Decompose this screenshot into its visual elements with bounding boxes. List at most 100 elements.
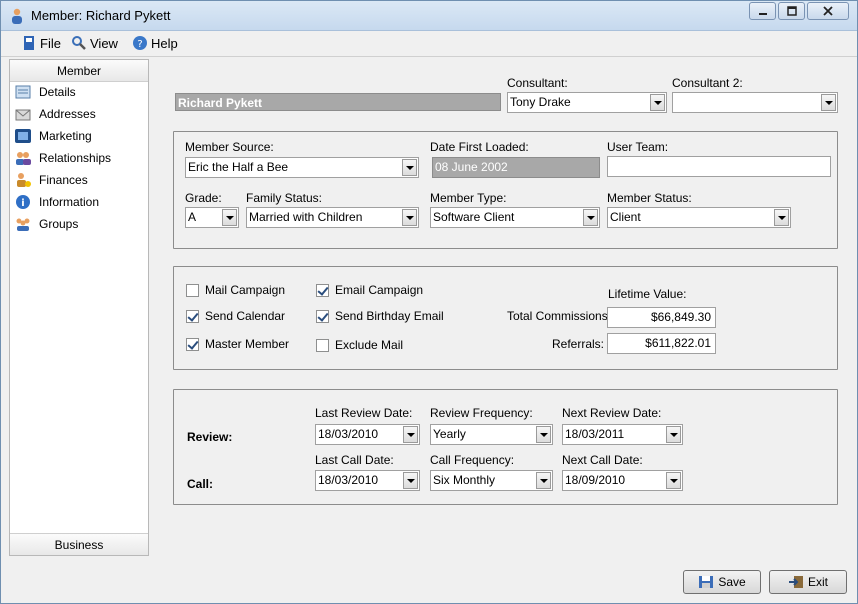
- menu-file[interactable]: File: [21, 35, 61, 51]
- call-frequency-value: Six Monthly: [433, 473, 496, 487]
- master-member-checkbox[interactable]: Master Member: [186, 337, 289, 351]
- svg-text:?: ?: [137, 39, 142, 50]
- exit-button[interactable]: Exit: [769, 570, 847, 594]
- master-member-label: Master Member: [205, 337, 290, 351]
- chevron-down-icon: [536, 426, 551, 443]
- sidebar-item-label: Details: [39, 85, 76, 99]
- member-status-value: Client: [610, 210, 641, 224]
- member-type-value: Software Client: [433, 210, 515, 224]
- send-birthday-email-checkbox-box: [316, 309, 329, 323]
- call-frequency-dropdown[interactable]: Six Monthly: [430, 470, 553, 491]
- member-source-value: Eric the Half a Bee: [188, 160, 289, 174]
- chevron-down-icon: [403, 472, 418, 489]
- family-status-dropdown[interactable]: Married with Children: [246, 207, 419, 228]
- sidebar-item-marketing[interactable]: Marketing: [14, 126, 92, 146]
- member-window: Member: Richard Pykett File View ? Help …: [0, 0, 858, 604]
- menu-file-label: File: [40, 35, 61, 51]
- consultant-dropdown[interactable]: Tony Drake: [507, 92, 667, 113]
- member-app-icon: [12, 8, 22, 24]
- menu-bar: File View ? Help: [1, 31, 857, 57]
- next-call-date-picker[interactable]: 18/09/2010: [562, 470, 683, 491]
- save-button-label: Save: [718, 575, 746, 589]
- send-birthday-email-label: Send Birthday Email: [335, 309, 444, 323]
- member-name-field: Richard Pykett: [175, 93, 501, 111]
- sidebar-item-relationships[interactable]: Relationships: [14, 148, 111, 168]
- chevron-down-icon: [583, 209, 598, 226]
- member-type-dropdown[interactable]: Software Client: [430, 207, 600, 228]
- addresses-icon: [15, 109, 31, 121]
- consultant2-dropdown[interactable]: [672, 92, 838, 113]
- master-member-checkbox-box: [186, 337, 199, 351]
- marketing-icon: [15, 129, 31, 143]
- exclude-mail-label: Exclude Mail: [335, 338, 404, 352]
- next-call-date-value: 18/09/2010: [565, 473, 626, 487]
- grade-dropdown[interactable]: A: [185, 207, 239, 228]
- details-group: Member Source: Eric the Half a Bee Date …: [173, 131, 838, 249]
- review-frequency-dropdown[interactable]: Yearly: [430, 424, 553, 445]
- user-team-label: User Team:: [607, 140, 669, 154]
- sidebar-item-label: Finances: [39, 173, 88, 187]
- minimize-icon: [758, 13, 767, 15]
- sidebar-item-information[interactable]: i Information: [14, 192, 99, 212]
- chevron-down-icon: [402, 209, 417, 226]
- exclude-mail-checkbox-box: [316, 338, 329, 352]
- sidebar-item-groups[interactable]: Groups: [14, 214, 78, 234]
- consultant-value: Tony Drake: [510, 95, 571, 109]
- member-type-label: Member Type:: [430, 191, 507, 205]
- minimize-button[interactable]: [749, 2, 776, 20]
- marketing-group: Mail Campaign Send Calendar Master Membe…: [173, 266, 838, 370]
- last-call-date-picker[interactable]: 18/03/2010: [315, 470, 420, 491]
- send-calendar-checkbox[interactable]: Send Calendar: [186, 309, 285, 323]
- next-review-date-picker[interactable]: 18/03/2011: [562, 424, 683, 445]
- menu-help[interactable]: ? Help: [132, 35, 178, 51]
- family-status-label: Family Status:: [246, 191, 323, 205]
- details-icon: [15, 85, 31, 99]
- date-first-loaded-field: 08 June 2002: [432, 157, 600, 178]
- sidebar-footer-business[interactable]: Business: [10, 533, 148, 555]
- email-campaign-label: Email Campaign: [335, 283, 424, 297]
- email-campaign-checkbox[interactable]: Email Campaign: [316, 283, 423, 297]
- member-status-label: Member Status:: [607, 191, 692, 205]
- help-icon: ?: [133, 36, 147, 50]
- referrals-label: Referrals:: [552, 337, 605, 351]
- menu-help-label: Help: [151, 35, 178, 51]
- mail-campaign-checkbox[interactable]: Mail Campaign: [186, 283, 285, 297]
- last-call-date-value: 18/03/2010: [318, 473, 379, 487]
- sidebar-item-details[interactable]: Details: [14, 82, 76, 102]
- exit-icon: [788, 576, 803, 588]
- save-button[interactable]: Save: [683, 570, 761, 594]
- exclude-mail-checkbox[interactable]: Exclude Mail: [316, 338, 403, 352]
- sidebar-item-label: Relationships: [39, 151, 112, 165]
- sidebar-item-label: Information: [39, 195, 100, 209]
- email-campaign-checkbox-box: [316, 283, 329, 297]
- total-commissions-label: Total Commissions:: [507, 309, 612, 323]
- last-call-date-label: Last Call Date:: [315, 453, 394, 467]
- lifetime-value-label: Lifetime Value:: [608, 287, 687, 301]
- member-status-dropdown[interactable]: Client: [607, 207, 791, 228]
- menu-view[interactable]: View: [71, 35, 118, 51]
- main-panel: Richard Pykett Consultant: Tony Drake Co…: [153, 59, 853, 559]
- send-birthday-email-checkbox[interactable]: Send Birthday Email: [316, 309, 444, 323]
- grade-value: A: [188, 210, 197, 224]
- information-icon: i: [16, 195, 30, 209]
- sidebar-item-finances[interactable]: Finances: [14, 170, 88, 190]
- maximize-button[interactable]: [778, 2, 805, 20]
- close-icon: [823, 6, 833, 16]
- sidebar-header-member[interactable]: Member: [10, 60, 148, 82]
- member-source-dropdown[interactable]: Eric the Half a Bee: [185, 157, 419, 178]
- chevron-down-icon: [821, 94, 836, 111]
- sidebar-item-addresses[interactable]: Addresses: [14, 104, 96, 124]
- close-button[interactable]: [807, 2, 849, 20]
- last-review-date-label: Last Review Date:: [315, 406, 413, 420]
- title-bar: Member: Richard Pykett: [1, 1, 857, 31]
- window-title: Member: Richard Pykett: [31, 8, 171, 23]
- last-review-date-picker[interactable]: 18/03/2010: [315, 424, 420, 445]
- sidebar-item-label: Addresses: [39, 107, 96, 121]
- mail-campaign-checkbox-box: [186, 283, 199, 297]
- mail-campaign-label: Mail Campaign: [205, 283, 286, 297]
- call-frequency-label: Call Frequency:: [430, 453, 515, 467]
- send-calendar-label: Send Calendar: [205, 309, 286, 323]
- user-team-field[interactable]: [607, 156, 831, 177]
- exit-button-label: Exit: [807, 575, 828, 589]
- review-row-label: Review:: [187, 430, 233, 444]
